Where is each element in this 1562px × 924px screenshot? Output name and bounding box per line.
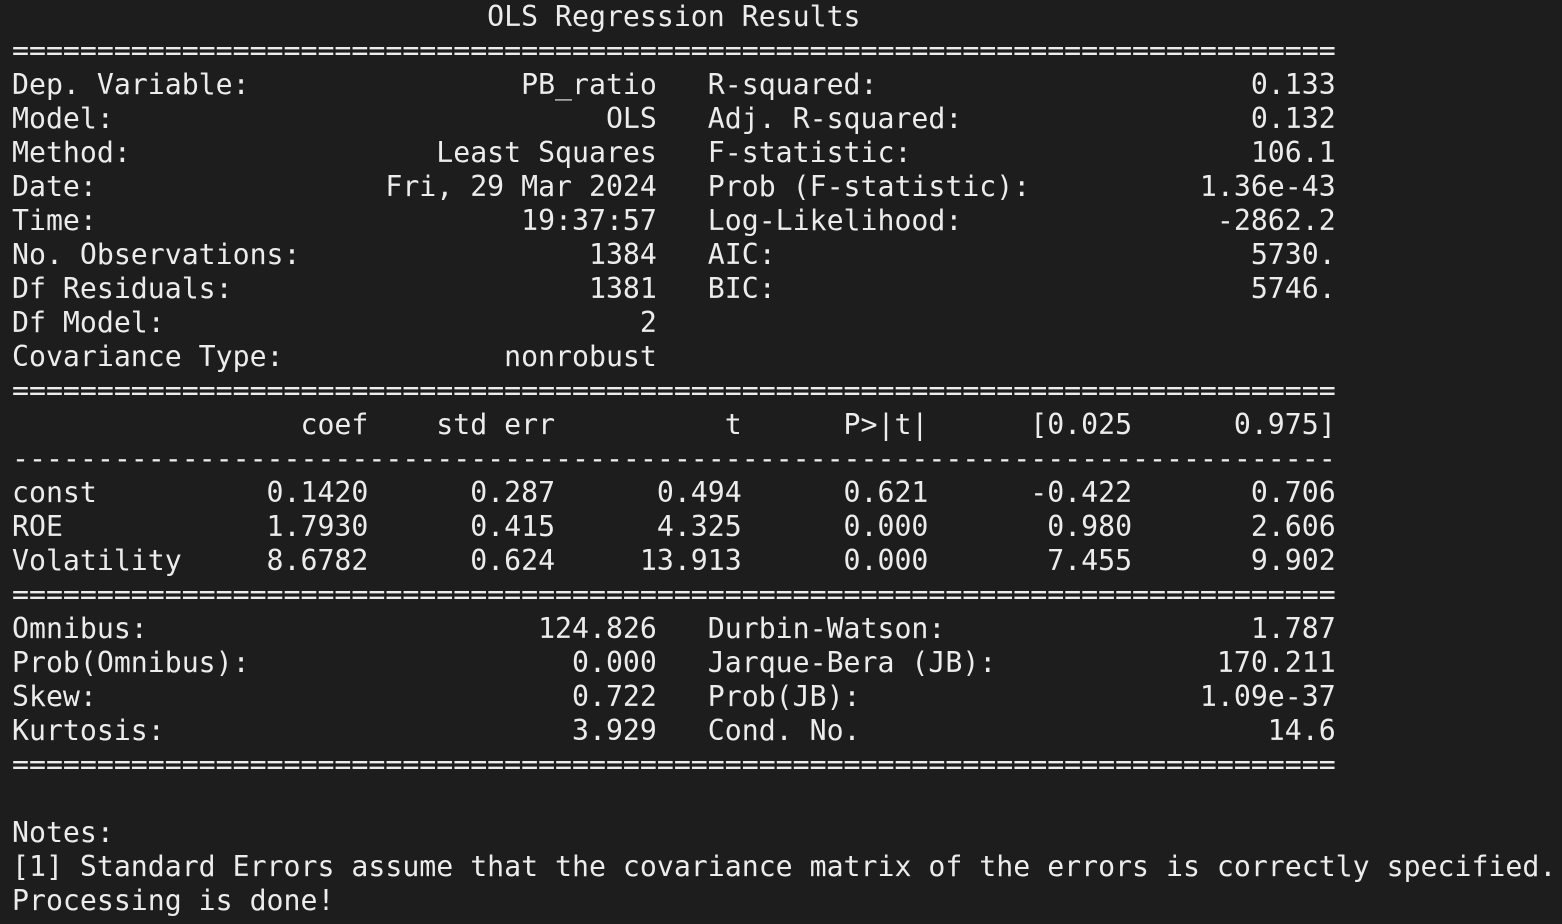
model-info-row: Method: Least Squares F-statistic: 106.1 bbox=[12, 136, 1336, 169]
coef-header-row: coef std err t P>|t| [0.025 0.975] bbox=[12, 408, 1336, 441]
coef-row: Volatility 8.6782 0.624 13.913 0.000 7.4… bbox=[12, 544, 1336, 577]
diagnostic-row: Kurtosis: 3.929 Cond. No. 14.6 bbox=[12, 714, 1336, 747]
model-info-row: Model: OLS Adj. R-squared: 0.132 bbox=[12, 102, 1336, 135]
model-info-row: Time: 19:37:57 Log-Likelihood: -2862.2 bbox=[12, 204, 1336, 237]
summary-title: OLS Regression Results bbox=[12, 0, 1336, 33]
coef-row: ROE 1.7930 0.415 4.325 0.000 0.980 2.606 bbox=[12, 510, 1336, 543]
model-info-row: Dep. Variable: PB_ratio R-squared: 0.133 bbox=[12, 68, 1336, 101]
status-message: Processing is done! bbox=[12, 884, 335, 917]
coef-row: const 0.1420 0.287 0.494 0.621 -0.422 0.… bbox=[12, 476, 1336, 509]
model-info-row: Covariance Type: nonrobust bbox=[12, 340, 657, 373]
diagnostic-row: Omnibus: 124.826 Durbin-Watson: 1.787 bbox=[12, 612, 1336, 645]
summary-rule: ========================================… bbox=[12, 578, 1336, 611]
model-info-row: Date: Fri, 29 Mar 2024 Prob (F-statistic… bbox=[12, 170, 1336, 203]
terminal-output[interactable]: OLS Regression Results =================… bbox=[0, 0, 1562, 924]
note-line: [1] Standard Errors assume that the cova… bbox=[12, 850, 1557, 883]
model-info-row: Df Residuals: 1381 BIC: 5746. bbox=[12, 272, 1336, 305]
model-info-row: Df Model: 2 bbox=[12, 306, 657, 339]
diagnostic-row: Skew: 0.722 Prob(JB): 1.09e-37 bbox=[12, 680, 1336, 713]
model-info-row: No. Observations: 1384 AIC: 5730. bbox=[12, 238, 1336, 271]
notes-heading: Notes: bbox=[12, 816, 114, 849]
summary-rule: ========================================… bbox=[12, 374, 1336, 407]
summary-rule: ----------------------------------------… bbox=[12, 442, 1336, 475]
summary-rule: ========================================… bbox=[12, 34, 1336, 67]
summary-rule: ========================================… bbox=[12, 748, 1336, 781]
diagnostic-row: Prob(Omnibus): 0.000 Jarque-Bera (JB): 1… bbox=[12, 646, 1336, 679]
